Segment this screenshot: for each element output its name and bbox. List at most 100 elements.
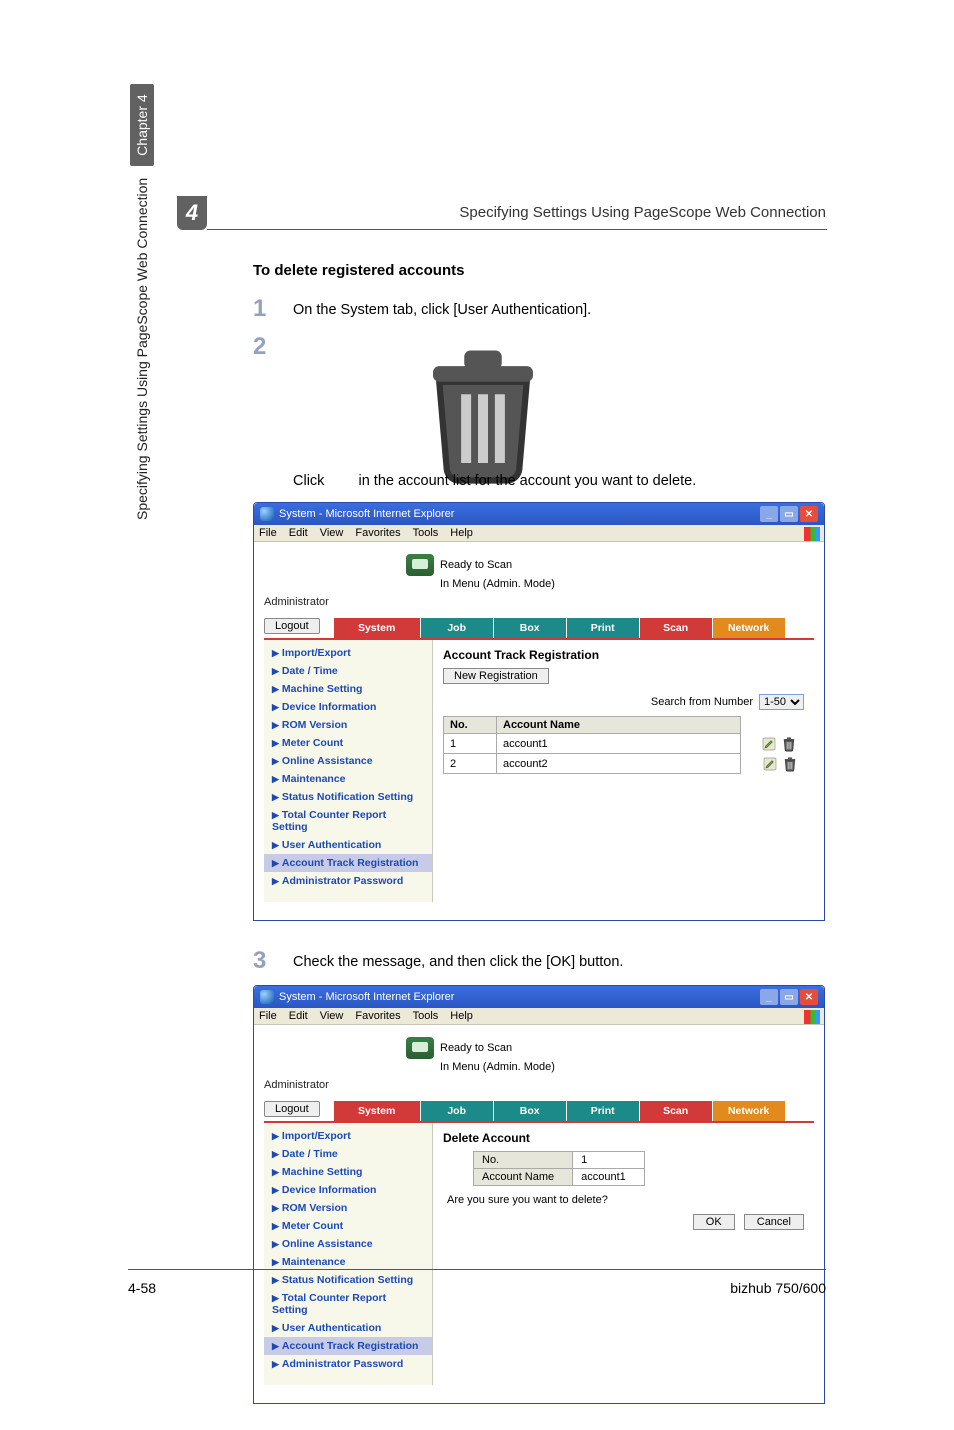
- step-2-text-a: Click: [293, 473, 324, 489]
- delete-icon[interactable]: [781, 736, 797, 752]
- tab-job[interactable]: Job: [421, 1101, 494, 1121]
- ie-menubar: File Edit View Favorites Tools Help: [254, 525, 824, 542]
- menu-view[interactable]: View: [320, 527, 344, 539]
- sidebar-item-account-track-registration[interactable]: ▶Account Track Registration: [264, 1337, 432, 1355]
- administrator-label: Administrator: [264, 596, 814, 608]
- sidebar-item-meter-count[interactable]: ▶Meter Count: [264, 1217, 432, 1235]
- menu-file[interactable]: File: [259, 1010, 277, 1022]
- new-registration-button[interactable]: New Registration: [443, 668, 549, 684]
- menu-help[interactable]: Help: [450, 527, 473, 539]
- ok-button[interactable]: OK: [693, 1214, 735, 1230]
- main-title: Account Track Registration: [443, 648, 804, 662]
- sidebar-item-device-information[interactable]: ▶Device Information: [264, 698, 432, 716]
- sidebar-item-administrator-password[interactable]: ▶Administrator Password: [264, 1355, 432, 1373]
- ie-window-title: System - Microsoft Internet Explorer: [279, 991, 454, 1003]
- sidebar-item-administrator-password[interactable]: ▶Administrator Password: [264, 872, 432, 890]
- sidebar-item-user-authentication[interactable]: ▶User Authentication: [264, 836, 432, 854]
- menu-edit[interactable]: Edit: [289, 527, 308, 539]
- close-button[interactable]: ✕: [800, 989, 818, 1005]
- menu-view[interactable]: View: [320, 1010, 344, 1022]
- sidebar-item-date-time[interactable]: ▶Date / Time: [264, 1145, 432, 1163]
- sidebar-item-rom-version[interactable]: ▶ROM Version: [264, 1199, 432, 1217]
- side-vertical-spec: Specifying Settings Using PageScope Web …: [134, 178, 150, 520]
- confirm-message: Are you sure you want to delete?: [447, 1194, 804, 1206]
- logout-button[interactable]: Logout: [264, 1101, 320, 1117]
- sidebar-item-total-counter-report[interactable]: ▶Total Counter Report Setting: [264, 1289, 432, 1319]
- status-ready: Ready to Scan: [440, 559, 512, 571]
- ie-logo-icon: [260, 507, 274, 521]
- status-ready: Ready to Scan: [440, 1042, 512, 1054]
- menu-tools[interactable]: Tools: [413, 527, 439, 539]
- delete-icon[interactable]: [782, 756, 798, 772]
- tab-bar: System Job Box Print Scan Network: [334, 618, 786, 638]
- product-name: bizhub 750/600: [730, 1280, 826, 1296]
- ie-window-title: System - Microsoft Internet Explorer: [279, 508, 454, 520]
- tab-system[interactable]: System: [334, 1101, 421, 1121]
- sidebar-item-date-time[interactable]: ▶Date / Time: [264, 662, 432, 680]
- edit-icon[interactable]: [761, 736, 777, 752]
- header-title: Specifying Settings Using PageScope Web …: [459, 204, 826, 221]
- sidebar-item-online-assistance[interactable]: ▶Online Assistance: [264, 752, 432, 770]
- menu-file[interactable]: File: [259, 527, 277, 539]
- sidebar-item-rom-version[interactable]: ▶ROM Version: [264, 716, 432, 734]
- tab-box[interactable]: Box: [494, 1101, 567, 1121]
- logout-button[interactable]: Logout: [264, 618, 320, 634]
- menu-help[interactable]: Help: [450, 1010, 473, 1022]
- menu-favorites[interactable]: Favorites: [355, 527, 400, 539]
- tab-print[interactable]: Print: [567, 618, 640, 638]
- sidebar-item-user-authentication[interactable]: ▶User Authentication: [264, 1319, 432, 1337]
- trash-icon: [333, 338, 349, 356]
- ie-window-1: System - Microsoft Internet Explorer _ ▭…: [253, 502, 825, 921]
- tab-print[interactable]: Print: [567, 1101, 640, 1121]
- search-range-select[interactable]: 1-50: [759, 694, 804, 710]
- sidebar-item-status-notification[interactable]: ▶Status Notification Setting: [264, 788, 432, 806]
- side-vertical-chapter: Chapter 4: [130, 84, 154, 165]
- account-table: No. Account Name 1 account1: [443, 716, 804, 774]
- menu-tools[interactable]: Tools: [413, 1010, 439, 1022]
- tab-box[interactable]: Box: [494, 618, 567, 638]
- tab-system[interactable]: System: [334, 618, 421, 638]
- maximize-button[interactable]: ▭: [780, 506, 798, 522]
- menu-edit[interactable]: Edit: [289, 1010, 308, 1022]
- sidebar: ▶Import/Export ▶Date / Time ▶Machine Set…: [264, 1123, 433, 1385]
- menu-favorites[interactable]: Favorites: [355, 1010, 400, 1022]
- edit-icon[interactable]: [762, 756, 778, 772]
- delete-details-table: No. 1 Account Name account1: [473, 1151, 645, 1186]
- sidebar: ▶Import/Export ▶Date / Time ▶Machine Set…: [264, 640, 433, 902]
- sidebar-item-maintenance[interactable]: ▶Maintenance: [264, 770, 432, 788]
- printer-status-icon: [406, 554, 434, 576]
- ie-flag-icon: [804, 1010, 820, 1024]
- tab-network[interactable]: Network: [713, 618, 786, 638]
- step-1-text: On the System tab, click [User Authentic…: [293, 295, 591, 321]
- section-heading: To delete registered accounts: [253, 262, 829, 279]
- table-row: 1 account1: [444, 734, 804, 754]
- del-no-label: No.: [474, 1152, 573, 1169]
- sidebar-item-import-export[interactable]: ▶Import/Export: [264, 1127, 432, 1145]
- sidebar-item-online-assistance[interactable]: ▶Online Assistance: [264, 1235, 432, 1253]
- step-2-text: Click in the account list for the accoun…: [293, 333, 696, 492]
- tab-scan[interactable]: Scan: [640, 618, 713, 638]
- sidebar-item-machine-setting[interactable]: ▶Machine Setting: [264, 680, 432, 698]
- sidebar-item-meter-count[interactable]: ▶Meter Count: [264, 734, 432, 752]
- tab-job[interactable]: Job: [421, 618, 494, 638]
- cancel-button[interactable]: Cancel: [744, 1214, 804, 1230]
- sidebar-item-status-notification[interactable]: ▶Status Notification Setting: [264, 1271, 432, 1289]
- tab-network[interactable]: Network: [713, 1101, 786, 1121]
- step-2-number: 2: [253, 333, 293, 361]
- minimize-button[interactable]: _: [760, 989, 778, 1005]
- footer-rule: [128, 1269, 826, 1270]
- ie-window-2: System - Microsoft Internet Explorer _ ▭…: [253, 985, 825, 1404]
- ie-titlebar: System - Microsoft Internet Explorer _ ▭…: [254, 986, 824, 1008]
- sidebar-item-account-track-registration[interactable]: ▶Account Track Registration: [264, 854, 432, 872]
- status-mode: In Menu (Admin. Mode): [440, 578, 555, 590]
- sidebar-item-device-information[interactable]: ▶Device Information: [264, 1181, 432, 1199]
- del-name-value: account1: [573, 1169, 645, 1186]
- maximize-button[interactable]: ▭: [780, 989, 798, 1005]
- close-button[interactable]: ✕: [800, 506, 818, 522]
- sidebar-item-import-export[interactable]: ▶Import/Export: [264, 644, 432, 662]
- table-row: 2 account2: [444, 754, 804, 774]
- sidebar-item-total-counter-report[interactable]: ▶Total Counter Report Setting: [264, 806, 432, 836]
- tab-scan[interactable]: Scan: [640, 1101, 713, 1121]
- minimize-button[interactable]: _: [760, 506, 778, 522]
- sidebar-item-machine-setting[interactable]: ▶Machine Setting: [264, 1163, 432, 1181]
